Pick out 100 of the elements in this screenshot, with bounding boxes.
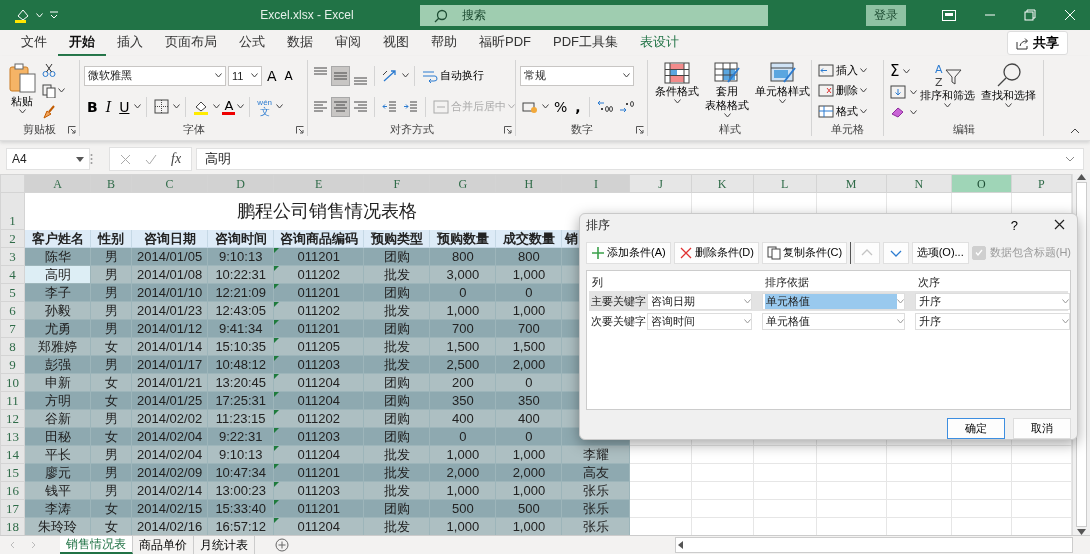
- ok-button[interactable]: 确定: [947, 418, 1005, 439]
- ribbon-tab[interactable]: 视图: [372, 30, 420, 56]
- scroll-up-icon[interactable]: [1077, 174, 1086, 180]
- fill-button[interactable]: [888, 84, 908, 100]
- caret-icon[interactable]: [1005, 103, 1012, 108]
- wrap-text-button[interactable]: 自动换行: [420, 67, 486, 84]
- name-box[interactable]: A4: [6, 148, 90, 170]
- sheet-tab[interactable]: 销售情况表: [60, 536, 133, 554]
- row-header[interactable]: 1: [0, 192, 25, 230]
- column-header[interactable]: K: [691, 174, 754, 193]
- column-header[interactable]: L: [753, 174, 817, 193]
- phonetic-button[interactable]: wén 文: [255, 97, 275, 116]
- column-header[interactable]: D: [207, 174, 274, 193]
- sort-on-dropdown[interactable]: 单元格值: [762, 312, 905, 330]
- caret-icon[interactable]: [237, 104, 245, 109]
- copy-button[interactable]: [40, 83, 67, 99]
- formula-field[interactable]: 高明: [196, 148, 1084, 170]
- scroll-left-icon[interactable]: [676, 541, 686, 549]
- order-dropdown[interactable]: 升序: [915, 312, 1070, 330]
- paint-bucket-icon[interactable]: [14, 7, 30, 23]
- caret-icon[interactable]: [215, 73, 222, 78]
- dialog-launcher-icon[interactable]: [504, 126, 512, 134]
- column-header[interactable]: B: [90, 174, 132, 193]
- column-header[interactable]: G: [429, 174, 496, 193]
- format-cells-button[interactable]: 格式: [816, 103, 869, 121]
- font-color-button[interactable]: A: [222, 98, 236, 115]
- caret-icon[interactable]: [623, 73, 630, 78]
- caret-icon[interactable]: [58, 88, 65, 94]
- caret-icon[interactable]: [910, 89, 917, 95]
- column-header[interactable]: N: [886, 174, 952, 193]
- help-button[interactable]: ?: [1004, 217, 1024, 235]
- caret-icon[interactable]: [673, 99, 681, 104]
- caret-icon[interactable]: [18, 109, 26, 114]
- copy-level-button[interactable]: 复制条件(C): [761, 241, 848, 264]
- center-align-button[interactable]: [331, 96, 350, 117]
- ribbon-tab[interactable]: 帮助: [420, 30, 468, 56]
- column-header[interactable]: F: [363, 174, 430, 193]
- customize-toolbar-icon[interactable]: [49, 11, 59, 19]
- sort-on-dropdown[interactable]: 单元格值: [762, 292, 905, 310]
- ribbon-tab[interactable]: 插入: [106, 30, 154, 56]
- column-header[interactable]: A: [24, 174, 91, 193]
- expand-icon[interactable]: [1065, 156, 1075, 162]
- ribbon-tab[interactable]: 表设计: [629, 30, 690, 56]
- autosum-button[interactable]: Σ: [888, 62, 902, 80]
- options-button[interactable]: 选项(O)...: [911, 241, 969, 264]
- ribbon-display-icon[interactable]: [942, 9, 956, 21]
- caret-icon[interactable]: [134, 104, 142, 109]
- caret-icon[interactable]: [944, 103, 951, 108]
- cell-styles-button[interactable]: 单元格样式: [752, 60, 813, 122]
- ribbon-tab[interactable]: 文件: [10, 30, 58, 56]
- borders-button[interactable]: [152, 98, 172, 115]
- cancel-button[interactable]: 取消: [1013, 418, 1071, 439]
- underline-button[interactable]: U: [116, 97, 133, 116]
- ribbon-tab[interactable]: 页面布局: [154, 30, 228, 56]
- close-icon[interactable]: [1064, 9, 1076, 21]
- middle-align-button[interactable]: [331, 65, 350, 86]
- sheet-tab[interactable]: 月统计表: [194, 536, 255, 554]
- insert-function-button[interactable]: fx: [171, 151, 182, 167]
- add-sheet-icon[interactable]: [275, 538, 289, 552]
- column-header[interactable]: I: [561, 174, 630, 193]
- percent-button[interactable]: %: [551, 97, 571, 116]
- restore-icon[interactable]: [1024, 9, 1036, 21]
- italic-button[interactable]: I: [102, 97, 115, 116]
- column-dropdown[interactable]: 咨询日期: [647, 292, 752, 310]
- caret-icon[interactable]: [542, 104, 549, 109]
- caret-icon[interactable]: [251, 73, 258, 78]
- caret-icon[interactable]: [402, 73, 409, 78]
- ribbon-tab[interactable]: PDF工具集: [542, 30, 629, 56]
- delete-level-button[interactable]: 删除条件(D): [673, 241, 759, 264]
- column-header[interactable]: M: [816, 174, 887, 193]
- column-header[interactable]: H: [495, 174, 562, 193]
- increase-font-size-button[interactable]: A: [264, 66, 280, 85]
- caret-icon[interactable]: [723, 113, 731, 118]
- delete-cells-button[interactable]: 删除: [816, 82, 869, 100]
- number-format-dropdown[interactable]: 常规: [520, 65, 634, 86]
- ribbon-tab[interactable]: 公式: [228, 30, 276, 56]
- sign-in-button[interactable]: 登录: [866, 4, 906, 26]
- column-header[interactable]: J: [630, 174, 692, 193]
- font-name-dropdown[interactable]: 微软雅黑: [84, 65, 226, 86]
- caret-icon[interactable]: [779, 99, 786, 104]
- add-level-button[interactable]: 添加条件(A): [586, 241, 671, 264]
- column-header[interactable]: P: [1011, 174, 1072, 193]
- caret-icon[interactable]: [860, 109, 867, 115]
- checkmark-icon[interactable]: [145, 153, 157, 165]
- caret-icon[interactable]: [860, 67, 867, 73]
- conditional-formatting-button[interactable]: 条件格式: [652, 60, 702, 122]
- caret-icon[interactable]: [910, 109, 917, 115]
- comma-style-button[interactable]: ,: [572, 97, 584, 116]
- font-size-dropdown[interactable]: 11: [228, 65, 262, 86]
- column-header[interactable]: C: [131, 174, 208, 193]
- collapse-ribbon-icon[interactable]: [1070, 128, 1080, 134]
- ribbon-tab[interactable]: 福昕PDF: [468, 30, 542, 56]
- dialog-launcher-icon[interactable]: [636, 126, 644, 134]
- format-as-table-button[interactable]: 套用 表格格式: [702, 60, 752, 122]
- decrease-font-size-button[interactable]: A: [281, 67, 296, 84]
- sheet-tab[interactable]: 商品单价: [133, 536, 194, 554]
- insert-cells-button[interactable]: 插入: [816, 61, 869, 79]
- column-header[interactable]: E: [273, 174, 364, 193]
- caret-icon[interactable]: [860, 88, 867, 94]
- dialog-launcher-icon[interactable]: [68, 126, 76, 134]
